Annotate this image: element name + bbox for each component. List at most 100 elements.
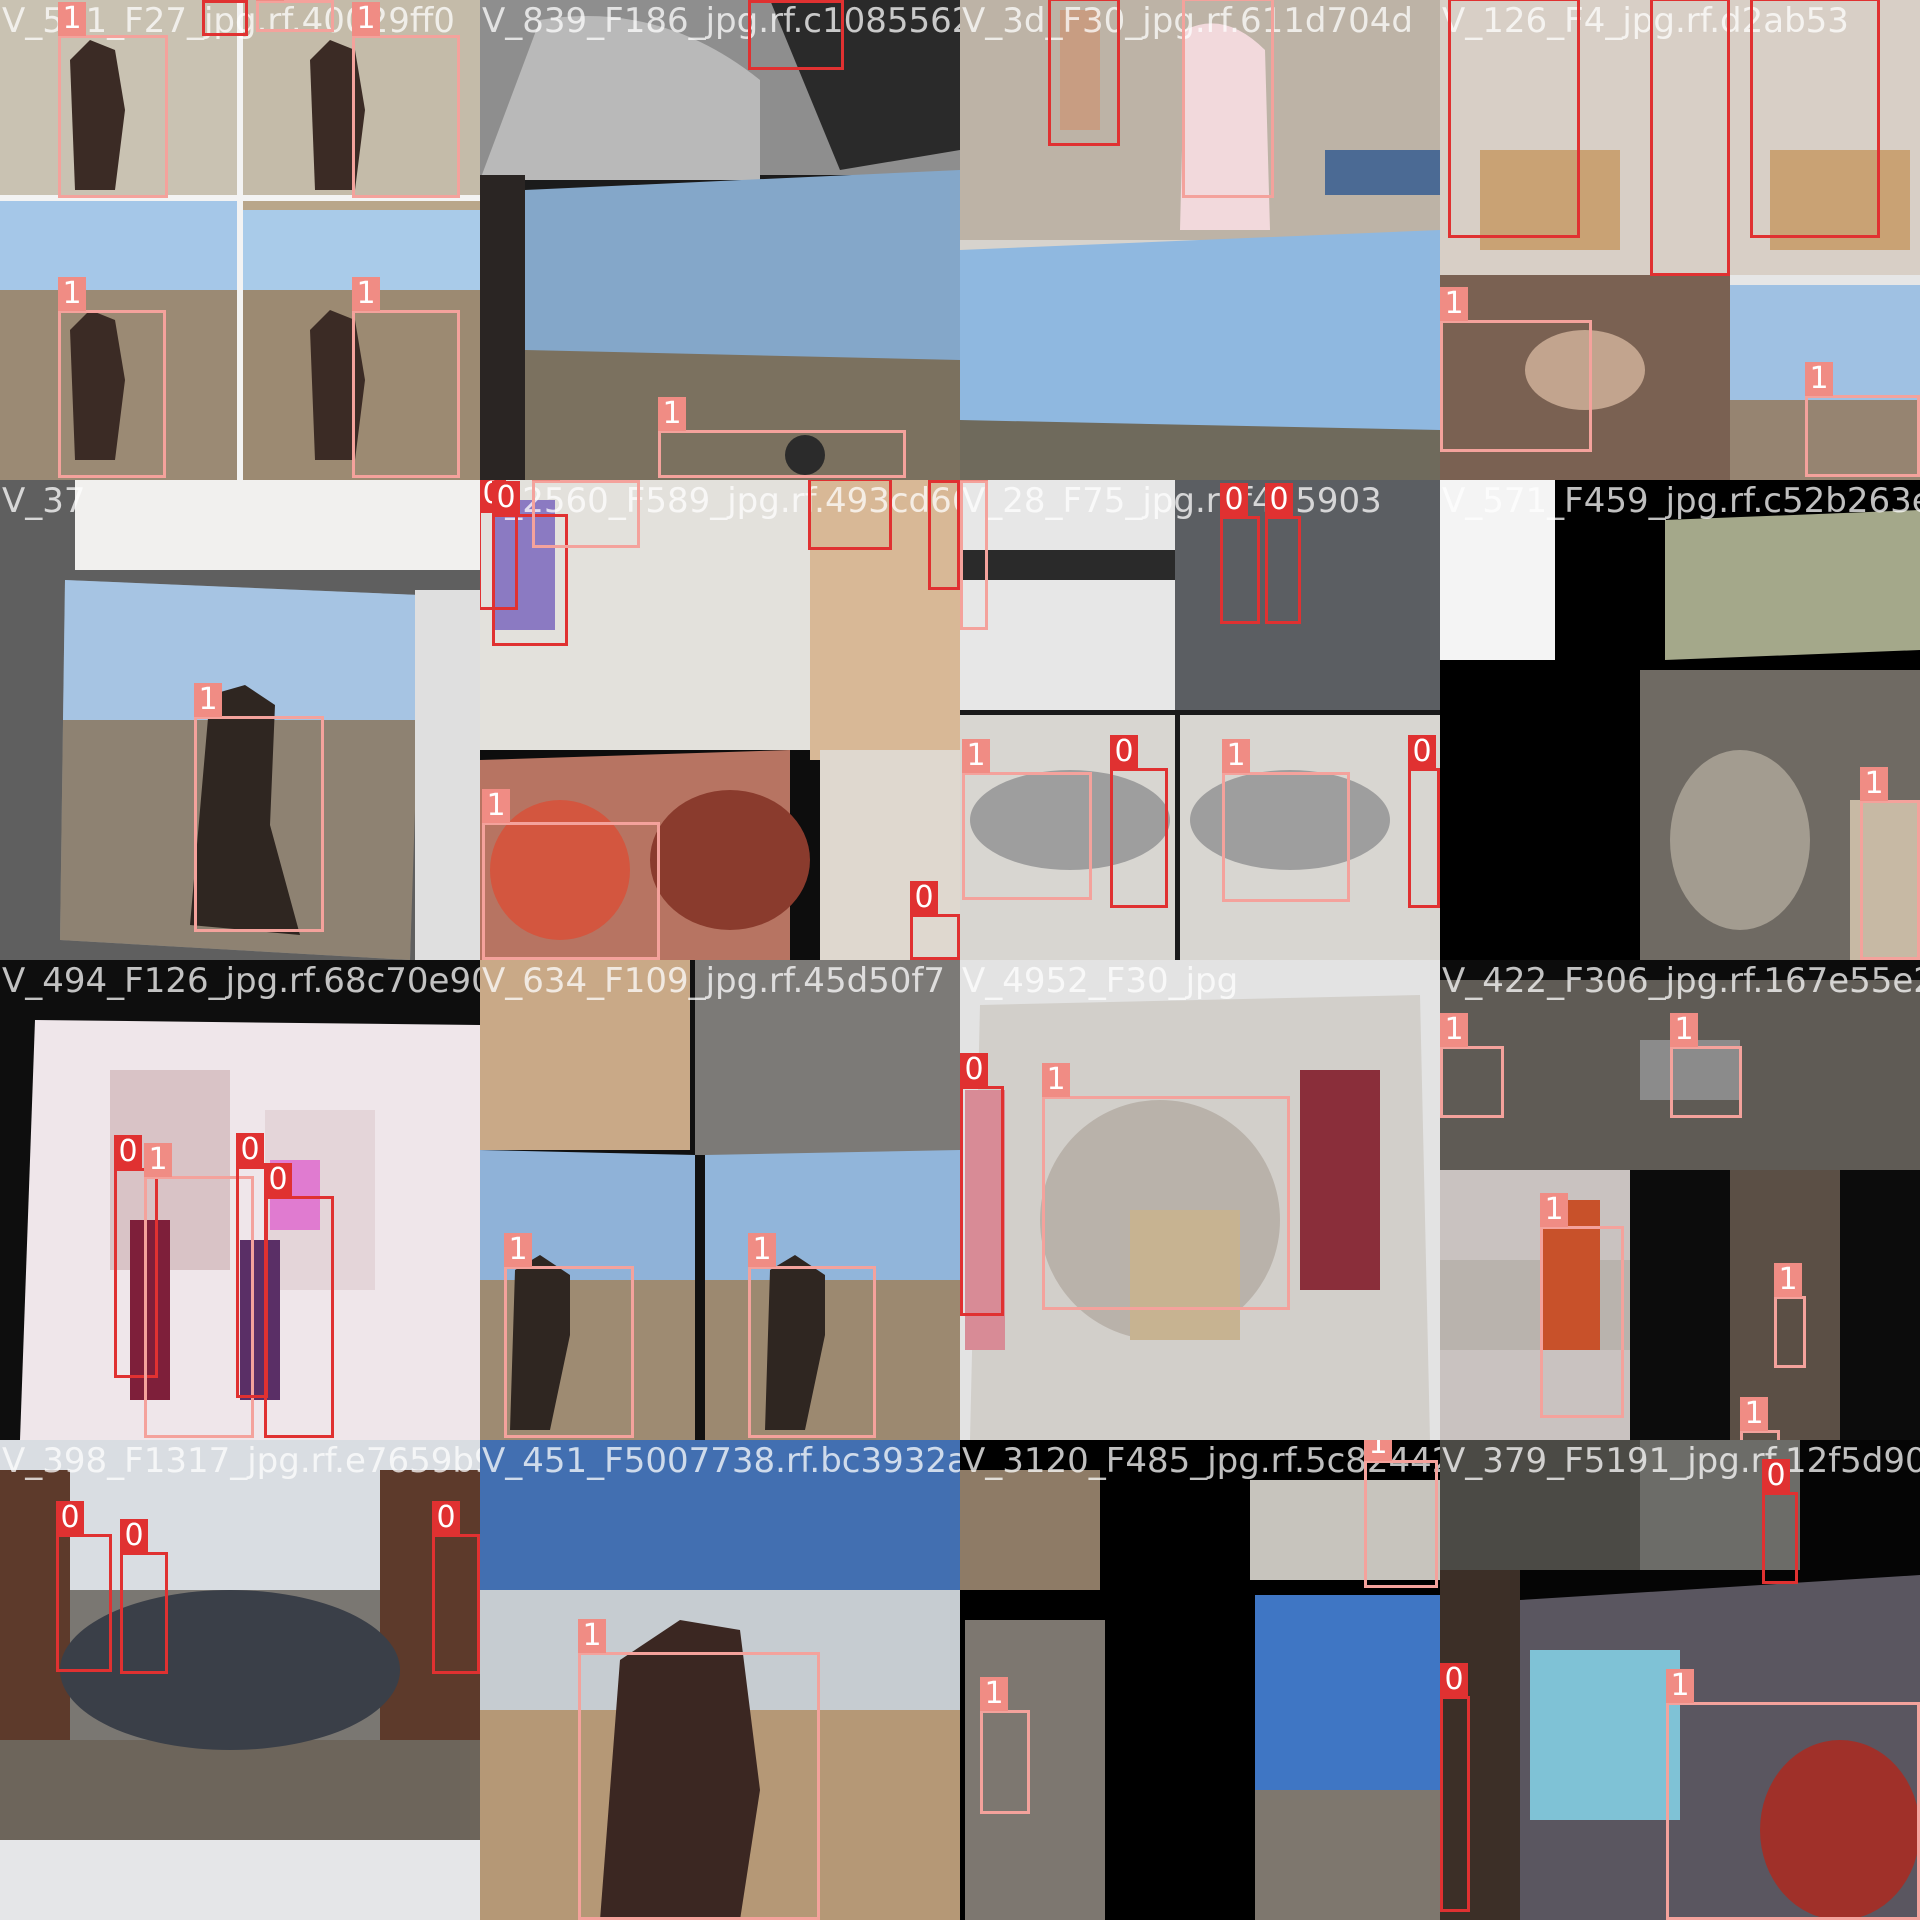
class-label: 0 [114,1135,142,1169]
bbox: 0 [910,881,960,960]
mosaic-tile: V_451_F5007738.rf.bc3932afa 1 [480,1440,960,1920]
bbox: 1 [1774,1263,1806,1368]
class-label: 0 [432,1501,460,1535]
bbox: 1 [1222,739,1350,902]
bbox: 0 [1762,1459,1798,1584]
bbox: 1 [58,277,166,478]
tile-filename: V_37 [2,481,86,521]
bbox: 1 [1364,1440,1438,1588]
bbox: 0 [1110,735,1168,908]
bbox: 0 [1265,483,1301,624]
class-label: 0 [264,1163,292,1197]
mosaic-tile: V_379_F5191_jpg.rf.12f5d902 0 0 1 [1440,1440,1920,1920]
mosaic-tile: V_4952_F30_jpg 0 1 [960,960,1440,1440]
class-label: 0 [1220,483,1248,517]
bbox: 1 [748,1233,876,1438]
bbox: 0 [960,1053,1004,1316]
mosaic-tile: V_494_F126_jpg.rf.68c70e90 0 1 0 0 [0,960,480,1440]
class-label: 0 [1440,1663,1468,1697]
class-label: 1 [578,1619,606,1653]
bbox: 0 [1408,735,1440,908]
bbox: 1 [1805,362,1920,477]
class-label: 1 [58,277,86,311]
class-label: 0 [1110,735,1138,769]
class-label: 1 [1042,1063,1070,1097]
bbox: 0 [202,0,248,36]
tile-filename: V_398_F1317_jpg.rf.e7659b9 [2,1441,480,1481]
class-label: 1 [482,789,510,823]
bbox: 1 [194,683,324,932]
mosaic-tile: V_398_F1317_jpg.rf.e7659b9 0 0 0 [0,1440,480,1920]
class-label: 1 [962,739,990,773]
class-label: 1 [658,397,686,431]
mosaic-tile: V_37 1 [0,480,480,960]
class-label: 0 [56,1501,84,1535]
class-label: 1 [1670,1013,1698,1047]
class-label: 1 [532,480,560,481]
bbox: 1 [1440,1013,1504,1118]
tile-filename: V_839_F186_jpg.rf.c1085562 [482,1,960,41]
bbox: 0 [120,1519,168,1674]
class-label: 0 [236,1133,264,1167]
bbox: 1 [352,2,460,198]
mosaic-tile: V_3d_F30_jpg.rf.611d704d 0 1 [960,0,1440,480]
bbox: 0 [1220,483,1260,624]
bbox: 1 [1860,767,1920,960]
tile-filename: V_28_F75_jpg.rf.f4d5903 [962,481,1382,521]
class-label: 0 [492,481,520,515]
class-label: 1 [1440,1013,1468,1047]
bbox: 0 [56,1501,112,1672]
bbox: 1 [532,480,640,548]
bbox: 1 [1182,0,1274,198]
class-label: 1 [1860,767,1888,801]
bbox: 1 [482,789,660,960]
class-label: 1 [1440,287,1468,321]
class-label: 1 [1805,362,1833,396]
bbox: 0 [748,0,844,70]
bbox: 1 [578,1619,820,1920]
bbox: 0 [1750,0,1880,238]
class-label: 0 [1265,483,1293,517]
class-label: 1 [256,0,284,1]
scene-image [480,0,960,480]
class-label: 1 [1774,1263,1802,1297]
class-label: 1 [960,480,988,481]
mosaic-tile: V_3120_F485_jpg.rf.5c82442 1 1 [960,1440,1440,1920]
tile-filename: V_634_F109_jpg.rf.45d50f7 [482,961,946,1001]
bbox: 1 [352,277,460,478]
mosaic-tile: V_2560_F589_jpg.rf.493cd66c 0 0 1 0 0 1 … [480,480,960,960]
bbox: 0 [928,480,960,590]
mosaic-tile: V_634_F109_jpg.rf.45d50f7 1 1 [480,960,960,1440]
image-mosaic: V_521_F27_jpg.rf.40029ff0 1 1 1 1 0 1 V_… [0,0,1920,1920]
bbox: 1 [58,2,168,198]
class-label: 0 [910,881,938,915]
mosaic-tile: V_422_F306_jpg.rf.167e55e2 1 1 1 1 1 [1440,960,1920,1440]
class-label: 1 [1740,1397,1768,1431]
bbox: 1 [962,739,1092,900]
class-label: 0 [928,480,956,481]
class-label: 1 [352,2,380,36]
scene-image [1440,480,1920,960]
bbox: 1 [1740,1397,1780,1440]
class-label: 1 [352,277,380,311]
mosaic-tile: V_571_F459_jpg.rf.c52b263e 1 [1440,480,1920,960]
class-label: 1 [58,2,86,36]
bbox: 1 [1540,1193,1624,1418]
class-label: 1 [1364,1440,1392,1461]
bbox: 1 [1440,287,1592,452]
bbox: 1 [256,0,334,32]
class-label: 1 [980,1677,1008,1711]
class-label: 0 [960,1053,988,1087]
bbox: 0 [1650,0,1730,276]
mosaic-tile: V_126_F4_jpg.rf.d2ab53 0 0 0 1 1 [1440,0,1920,480]
tile-filename: V_379_F5191_jpg.rf.12f5d902 [1442,1441,1920,1481]
class-label: 1 [1666,1669,1694,1703]
bbox: 1 [960,480,988,630]
bbox: 1 [1042,1063,1290,1310]
bbox: 1 [504,1233,634,1438]
class-label: 1 [194,683,222,717]
mosaic-tile: V_521_F27_jpg.rf.40029ff0 1 1 1 1 0 1 [0,0,480,480]
mosaic-tile: V_28_F75_jpg.rf.f4d5903 1 0 0 1 0 1 0 [960,480,1440,960]
tile-filename: V_451_F5007738.rf.bc3932afa [482,1441,960,1481]
bbox: 0 [1448,0,1580,238]
